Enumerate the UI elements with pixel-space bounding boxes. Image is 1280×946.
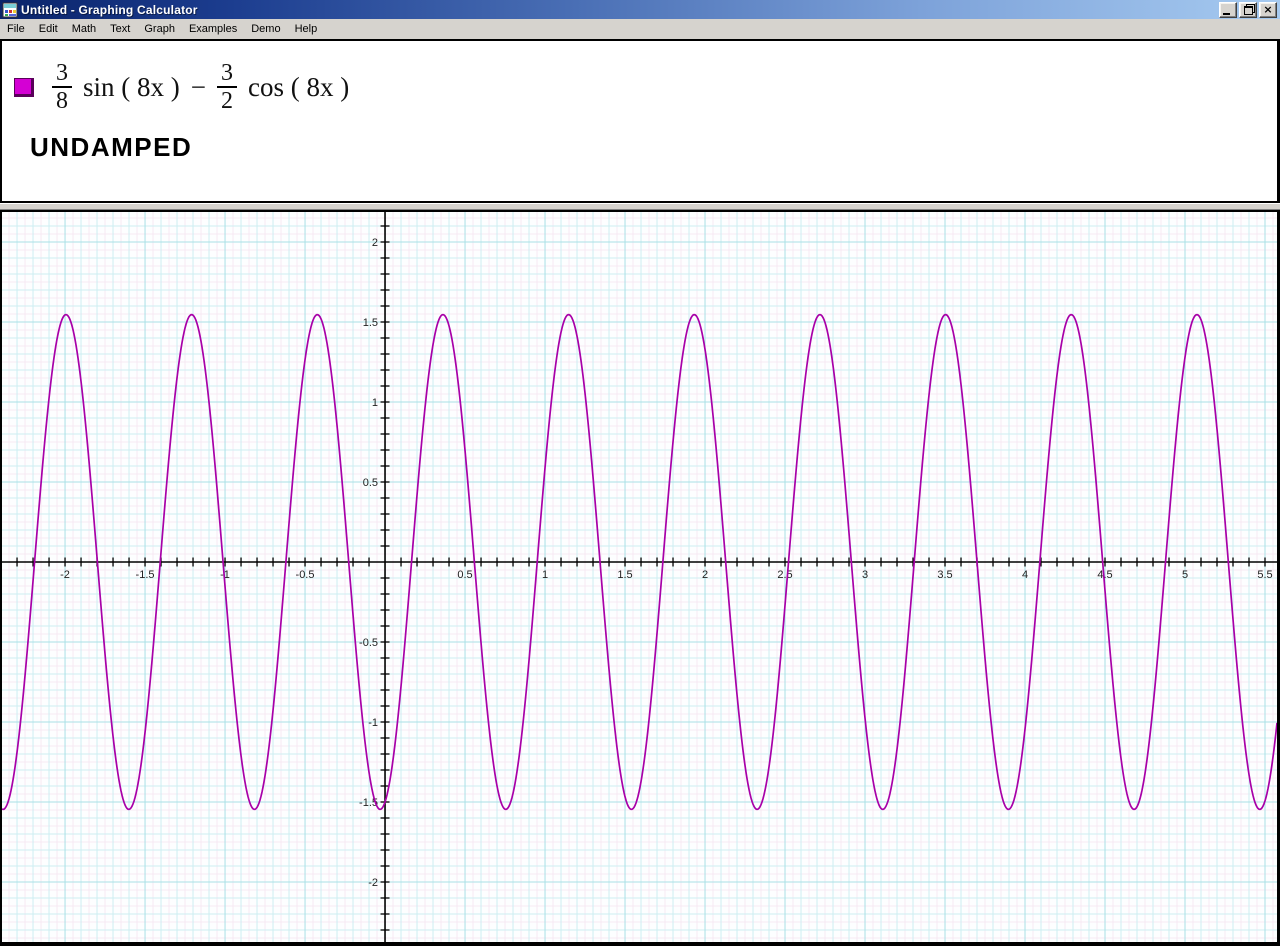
svg-text:2.5: 2.5 [777, 569, 792, 581]
svg-text:4: 4 [1022, 569, 1028, 581]
svg-text:1: 1 [372, 397, 378, 409]
menu-edit[interactable]: Edit [32, 20, 65, 38]
app-window: Untitled - Graphing Calculator × File Ed… [0, 0, 1280, 946]
equation-expression[interactable]: 3 8 sin ( 8x ) − 3 2 cos ( 8x ) [52, 61, 349, 114]
svg-text:-2: -2 [60, 569, 70, 581]
svg-text:2: 2 [702, 569, 708, 581]
menu-text[interactable]: Text [103, 20, 137, 38]
svg-text:0.5: 0.5 [363, 477, 378, 489]
cos-term: cos ( 8x ) [248, 72, 349, 103]
minus-operator: − [191, 72, 206, 103]
menu-help[interactable]: Help [288, 20, 325, 38]
equation-row[interactable]: 3 8 sin ( 8x ) − 3 2 cos ( 8x ) [14, 61, 1277, 114]
svg-text:5: 5 [1182, 569, 1188, 581]
svg-text:-0.5: -0.5 [359, 637, 378, 649]
window-title: Untitled - Graphing Calculator [21, 3, 198, 17]
svg-text:2: 2 [372, 237, 378, 249]
minimize-button[interactable] [1219, 2, 1237, 18]
app-icon [2, 2, 18, 18]
undamped-caption[interactable]: UNDAMPED [30, 132, 1277, 163]
svg-text:1.5: 1.5 [617, 569, 632, 581]
fraction-3-2: 3 2 [217, 61, 237, 114]
minimize-icon [1223, 13, 1230, 15]
equation-color-swatch[interactable] [14, 78, 34, 97]
close-button[interactable]: × [1259, 2, 1277, 18]
panel-splitter[interactable] [0, 203, 1280, 210]
svg-text:-2: -2 [368, 877, 378, 889]
svg-text:0.5: 0.5 [457, 569, 472, 581]
close-icon: × [1263, 5, 1272, 15]
svg-text:4.5: 4.5 [1097, 569, 1112, 581]
sin-term: sin ( 8x ) [83, 72, 180, 103]
menu-math[interactable]: Math [65, 20, 103, 38]
graph-panel: -2 -1.5 -1 -0.5 0.5 1 1.5 2 2.5 3 3.5 4 4.5 5 5.5 2 1.5 1… [0, 210, 1280, 946]
restore-icon [1244, 6, 1253, 15]
graph-canvas[interactable]: -2 -1.5 -1 -0.5 0.5 1 1.5 2 2.5 3 3.5 4 4.5 5 5.5 2 1.5 1… [2, 212, 1277, 942]
fraction-3-8: 3 8 [52, 61, 72, 114]
title-bar: Untitled - Graphing Calculator × [0, 0, 1280, 19]
menu-examples[interactable]: Examples [182, 20, 244, 38]
svg-text:3.5: 3.5 [937, 569, 952, 581]
menu-file[interactable]: File [0, 20, 32, 38]
svg-text:1.5: 1.5 [363, 317, 378, 329]
svg-text:-1.5: -1.5 [136, 569, 155, 581]
menu-demo[interactable]: Demo [244, 20, 287, 38]
svg-text:1: 1 [542, 569, 548, 581]
svg-text:3: 3 [862, 569, 868, 581]
restore-button[interactable] [1239, 2, 1257, 18]
svg-text:-1: -1 [368, 717, 378, 729]
equation-panel: 3 8 sin ( 8x ) − 3 2 cos ( 8x ) UNDAMPED [0, 39, 1280, 203]
svg-text:-0.5: -0.5 [296, 569, 315, 581]
menu-bar: File Edit Math Text Graph Examples Demo … [0, 19, 1280, 39]
svg-text:5.5: 5.5 [1257, 569, 1272, 581]
menu-graph[interactable]: Graph [137, 20, 182, 38]
